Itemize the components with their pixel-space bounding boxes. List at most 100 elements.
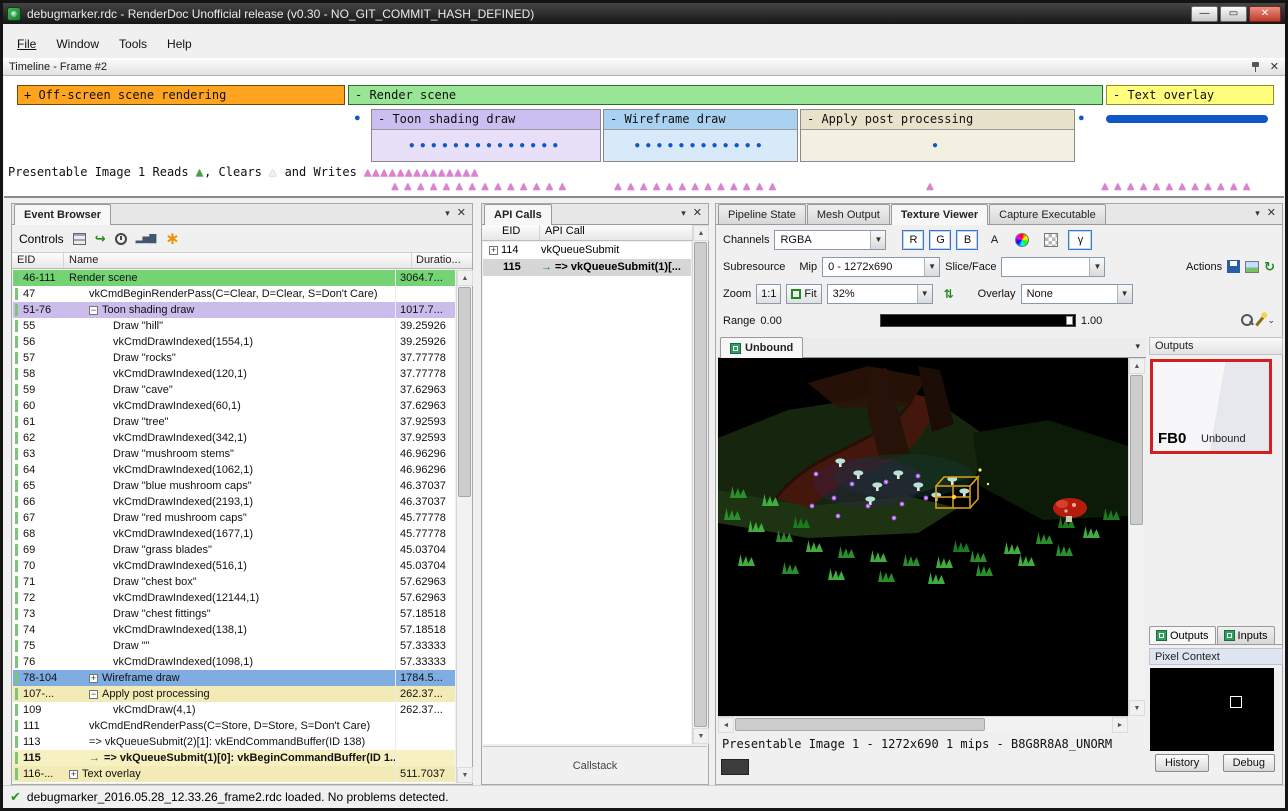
pixel-context-display[interactable] <box>1150 668 1274 751</box>
event-row[interactable]: 61Draw "tree"37.92593 <box>13 414 455 430</box>
event-row[interactable]: 111vkCmdEndRenderPass(C=Store, D=Store, … <box>13 718 455 734</box>
scroll-thumb[interactable] <box>458 287 471 497</box>
menu-window[interactable]: Window <box>46 33 109 55</box>
tab-texture-viewer[interactable]: Texture Viewer <box>891 204 988 225</box>
event-row[interactable]: 71Draw "chest box"57.62963 <box>13 574 455 590</box>
jump-to-eid-icon[interactable]: ↪ <box>95 231 106 247</box>
zoom-fit-button[interactable]: Fit <box>786 284 821 304</box>
event-row[interactable]: 109vkCmdDraw(4,1)262.37... <box>13 702 455 718</box>
close-panel-icon[interactable]: ✕ <box>693 208 702 219</box>
event-row[interactable]: 68vkCmdDrawIndexed(1677,1)45.77778 <box>13 526 455 542</box>
draw-dot[interactable]: ● <box>354 112 361 124</box>
scroll-up-icon[interactable]: ▲ <box>457 270 473 286</box>
texture-display[interactable] <box>718 358 1128 716</box>
range-slider[interactable] <box>880 314 1076 327</box>
event-row[interactable]: 47vkCmdBeginRenderPass(C=Clear, D=Clear,… <box>13 286 455 302</box>
scroll-down-icon[interactable]: ▼ <box>693 728 709 744</box>
api-calls-scrollbar[interactable]: ▲ ▼ <box>692 225 708 744</box>
event-row[interactable]: 57Draw "rocks"37.77778 <box>13 350 455 366</box>
event-browser-scrollbar[interactable]: ▲ ▼ <box>456 270 472 783</box>
panel-menu-icon[interactable]: ▾ <box>1255 208 1260 219</box>
timeline-section-wireframe[interactable]: - Wireframe draw ●●●●●●●●●●●● <box>603 109 798 162</box>
close-panel-icon[interactable]: ✕ <box>457 208 466 219</box>
timeline-section-toon[interactable]: - Toon shading draw ●●●●●●●●●●●●●● <box>371 109 601 162</box>
writes-markers-toon[interactable]: ▲▲▲▲▲▲▲▲▲▲▲▲▲▲ <box>389 179 569 193</box>
event-row[interactable]: 58vkCmdDrawIndexed(120,1)37.77778 <box>13 366 455 382</box>
history-button[interactable]: History <box>1155 754 1209 772</box>
texture-list-icon[interactable]: ▾ <box>1135 341 1140 352</box>
close-button[interactable]: ✕ <box>1249 6 1281 22</box>
timeline-bar-render-scene[interactable]: - Render scene <box>348 85 1103 105</box>
scroll-down-icon[interactable]: ▼ <box>457 767 473 783</box>
texture-hscrollbar[interactable]: ◄ ► <box>718 716 1128 732</box>
channel-alpha-button[interactable]: A <box>983 230 1005 250</box>
timeline-toggle-icon[interactable] <box>73 233 86 245</box>
scroll-up-icon[interactable]: ▲ <box>693 225 709 241</box>
event-row[interactable]: 107-...−Apply post processing262.37... <box>13 686 455 702</box>
event-row[interactable]: 115→=> vkQueueSubmit(1)[0]: vkBeginComma… <box>13 750 455 766</box>
event-row[interactable]: 70vkCmdDrawIndexed(516,1)45.03704 <box>13 558 455 574</box>
draw-dot-postprocess[interactable]: ● <box>932 140 943 151</box>
event-row[interactable]: 78-104+Wireframe draw1784.5... <box>13 670 455 686</box>
event-row[interactable]: 59Draw "cave"37.62963 <box>13 382 455 398</box>
save-texture-icon[interactable] <box>1227 260 1240 273</box>
maximize-button[interactable]: ▭ <box>1220 6 1247 22</box>
tab-capture-executable[interactable]: Capture Executable <box>989 204 1106 224</box>
draw-dots-wireframe[interactable]: ●●●●●●●●●●●● <box>634 140 766 151</box>
autofit-range-icon[interactable] <box>1241 314 1254 327</box>
zoom-dropdown[interactable]: 32% ▼ <box>827 284 933 304</box>
panel-menu-icon[interactable]: ▾ <box>445 208 450 219</box>
event-row[interactable]: 46-111Render scene3064.7... <box>13 270 455 286</box>
event-row[interactable]: 66vkCmdDrawIndexed(2193,1)46.37037 <box>13 494 455 510</box>
colorwheel-button[interactable] <box>1010 230 1034 250</box>
timeline-section-postprocess[interactable]: - Apply post processing ● <box>800 109 1075 162</box>
api-call-row-selected[interactable]: 115 →=> vkQueueSubmit(1)[... <box>483 259 691 276</box>
draw-dot[interactable]: ● <box>1078 112 1085 124</box>
statistics-icon[interactable]: ▂▅▇ <box>136 233 157 244</box>
close-panel-icon[interactable]: ✕ <box>1270 62 1279 73</box>
timeline-bar-text-overlay[interactable]: - Text overlay <box>1106 85 1274 105</box>
minimize-button[interactable]: — <box>1191 6 1218 22</box>
event-row[interactable]: 74vkCmdDrawIndexed(138,1)57.18518 <box>13 622 455 638</box>
tab-pipeline-state[interactable]: Pipeline State <box>718 204 806 224</box>
flip-y-button[interactable]: ⇅ <box>938 284 960 304</box>
menu-help[interactable]: Help <box>157 33 202 55</box>
scroll-thumb[interactable] <box>1130 375 1143 525</box>
mip-dropdown[interactable]: 0 - 1272x690 ▼ <box>822 257 940 277</box>
event-row[interactable]: 51-76−Toon shading draw1017.7... <box>13 302 455 318</box>
range-handle[interactable] <box>1066 316 1073 325</box>
menu-tools[interactable]: Tools <box>109 33 157 55</box>
tab-api-calls[interactable]: API Calls <box>484 204 552 225</box>
fb0-thumbnail[interactable]: FB0 Unbound <box>1150 359 1272 454</box>
event-row[interactable]: 116-...+Text overlay511.7037 <box>13 766 455 782</box>
scroll-right-icon[interactable]: ► <box>1112 717 1128 733</box>
channel-red-button[interactable]: R <box>902 230 924 250</box>
api-call-row[interactable]: +114 vkQueueSubmit <box>483 242 691 259</box>
gamma-button[interactable]: γ <box>1068 230 1092 250</box>
expander-icon[interactable]: + <box>489 246 498 255</box>
draw-dots-toon[interactable]: ●●●●●●●●●●●●●● <box>409 140 564 151</box>
event-row[interactable]: 64vkCmdDrawIndexed(1062,1)46.96296 <box>13 462 455 478</box>
channel-green-button[interactable]: G <box>929 230 951 250</box>
close-panel-icon[interactable]: ✕ <box>1267 208 1276 219</box>
refresh-icon[interactable]: ↻ <box>1264 259 1275 275</box>
tab-outputs[interactable]: Outputs <box>1149 626 1216 644</box>
event-row[interactable]: 69Draw "grass blades"45.03704 <box>13 542 455 558</box>
draw-strip[interactable] <box>1106 115 1268 123</box>
event-row[interactable]: 55Draw "hill"39.25926 <box>13 318 455 334</box>
event-row[interactable]: 72vkCmdDrawIndexed(12144,1)57.62963 <box>13 590 455 606</box>
scroll-up-icon[interactable]: ▲ <box>1129 358 1145 374</box>
zoom-1to1-button[interactable]: 1:1 <box>756 284 781 304</box>
expander-icon[interactable]: + <box>89 674 98 683</box>
event-row[interactable]: 73Draw "chest fittings"57.18518 <box>13 606 455 622</box>
tab-unbound-texture[interactable]: Unbound <box>720 337 803 358</box>
event-row[interactable]: 63Draw "mushroom stems"46.96296 <box>13 446 455 462</box>
event-row[interactable]: 67Draw "red mushroom caps"45.77778 <box>13 510 455 526</box>
expander-icon[interactable]: − <box>89 306 98 315</box>
scroll-left-icon[interactable]: ◄ <box>718 717 734 733</box>
slice-face-dropdown[interactable]: ▼ <box>1001 257 1105 277</box>
scroll-thumb[interactable] <box>735 718 985 731</box>
texture-vscrollbar[interactable]: ▲ ▼ <box>1128 358 1144 716</box>
debug-button[interactable]: Debug <box>1223 754 1275 772</box>
event-row[interactable]: 60vkCmdDrawIndexed(60,1)37.62963 <box>13 398 455 414</box>
